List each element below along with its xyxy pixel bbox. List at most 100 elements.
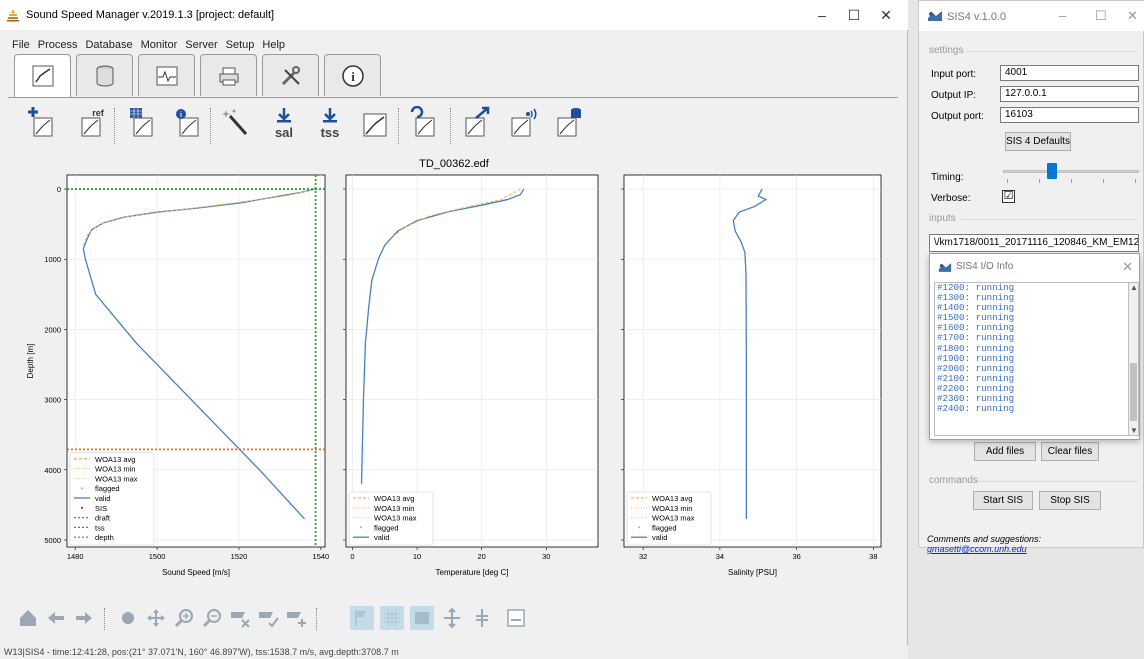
spreadsheet-profile-icon (130, 108, 153, 137)
reference-profile-button[interactable]: ref (76, 106, 108, 144)
output-ip-field[interactable]: 127.0.0.1 (1000, 86, 1139, 102)
x-tick-label: 34 (716, 552, 724, 561)
input-file-list[interactable]: \/km1718/0011_20171116_120846_KM_EM122.a… (929, 234, 1139, 252)
start-sis-button[interactable]: Start SIS (973, 491, 1033, 510)
menu-file[interactable]: File (12, 39, 30, 51)
x-tick-label: 30 (542, 552, 550, 561)
y-tick-label: 2000 (44, 325, 61, 334)
menu-server[interactable]: Server (185, 39, 217, 51)
forward-button[interactable] (72, 606, 96, 630)
flag-remove-button[interactable] (228, 606, 252, 630)
tab-monitor[interactable] (138, 54, 195, 96)
io-info-window: SIS4 I/O Info ✕ #1200: running #1300: run… (929, 253, 1140, 440)
profile-button[interactable] (360, 106, 392, 144)
maximize-button[interactable]: ☐ (844, 6, 864, 24)
back-button[interactable] (44, 606, 68, 630)
stop-sis-button[interactable]: Stop SIS (1039, 491, 1101, 510)
timing-slider-track[interactable] (1003, 170, 1139, 173)
magic-wand-button[interactable] (220, 106, 252, 144)
verbose-checkbox[interactable]: ☑ (1002, 190, 1015, 203)
plot-panel-2: 32 34 36 38 Salinity [PSU] WOA13 avgWOA13 min… (621, 174, 882, 577)
main-titlebar: Sound Speed Manager v.2019.1.3 [project:… (0, 0, 908, 30)
scroll-down-icon[interactable]: ▼ (1130, 426, 1138, 435)
move-button[interactable] (144, 606, 168, 630)
export-profile-button[interactable] (462, 106, 494, 144)
clear-files-button[interactable]: Clear files (1041, 442, 1099, 461)
profile-info-button[interactable]: i (172, 106, 204, 144)
output-port-field[interactable]: 16103 (1000, 107, 1139, 123)
profile-icon (363, 113, 387, 137)
io-log-scrollbar[interactable]: ▲ ▼ (1128, 282, 1139, 436)
add-files-button[interactable]: Add files (974, 442, 1036, 461)
insert-button[interactable] (284, 606, 308, 630)
timing-slider-thumb[interactable] (1047, 163, 1058, 179)
minimize-button[interactable]: – (812, 6, 832, 24)
plot-navigation-toolbar (16, 604, 556, 634)
download-tss-icon: tss (321, 108, 339, 140)
tab-info[interactable]: i (324, 54, 381, 96)
legend-label: WOA13 min (95, 465, 135, 474)
sis4-close-button[interactable]: ✕ (1127, 8, 1138, 24)
download-sal-icon: sal (275, 108, 293, 140)
sal-text: sal (275, 125, 293, 140)
profile-info-icon: i (176, 109, 199, 137)
slider-tick (1007, 179, 1008, 183)
grid-button[interactable] (380, 606, 404, 630)
zoom-in-button[interactable] (172, 606, 196, 630)
legend-label: WOA13 max (652, 514, 695, 523)
settings-group-label: settings (929, 45, 964, 56)
input-port-field[interactable]: 4001 (1000, 65, 1139, 81)
zoom-in-icon (174, 609, 193, 628)
slider-tick (1039, 179, 1040, 183)
download-tss-button[interactable]: tss (314, 106, 346, 144)
legend-marker (360, 526, 362, 529)
show-flagged-button[interactable] (350, 606, 374, 630)
footer-email-link[interactable]: gmasetti@ccom.unh.edu (927, 544, 1027, 554)
sis4-defaults-button[interactable]: SIS 4 Defaults (1005, 132, 1071, 151)
io-close-button[interactable]: ✕ (1122, 259, 1133, 275)
plot-area (623, 174, 882, 548)
close-button[interactable]: ✕ (876, 6, 896, 24)
legend-label: valid (652, 533, 667, 542)
zoom-out-button[interactable] (200, 606, 224, 630)
home-button[interactable] (16, 606, 40, 630)
profile-plots[interactable]: 1480 1500 1520 1540 0 1000 2000 3000 4000 5000 Dep… (0, 170, 908, 585)
menu-monitor[interactable]: Monitor (141, 39, 178, 51)
sis4-minimize-button[interactable]: – (1059, 8, 1066, 23)
io-log-textarea[interactable]: #1200: running #1300: running #1400: runni… (934, 282, 1128, 436)
save-figure-button[interactable] (504, 606, 528, 630)
transmit-profile-button[interactable] (508, 106, 540, 144)
scrollbar-thumb[interactable] (1130, 363, 1137, 421)
scroll-up-icon[interactable]: ▲ (1130, 283, 1138, 292)
svg-text:i: i (351, 69, 355, 84)
forward-icon (76, 612, 92, 624)
legend-label: valid (95, 494, 110, 503)
pan-button[interactable] (116, 606, 140, 630)
sis4-maximize-button[interactable]: ☐ (1095, 8, 1107, 24)
retrieve-profile-button[interactable] (408, 105, 440, 144)
slider-tick (1103, 179, 1104, 183)
legend-label: SIS (95, 504, 107, 513)
x-tick-label: 0 (350, 552, 354, 561)
sis4-logo-icon (928, 11, 942, 21)
spreadsheet-profile-button[interactable] (126, 106, 158, 144)
scale-button[interactable] (440, 606, 464, 630)
download-sal-button[interactable]: sal (268, 106, 300, 144)
tab-setup[interactable] (262, 54, 319, 96)
menu-process[interactable]: Process (38, 39, 78, 51)
store-profile-button[interactable] (554, 106, 586, 144)
menu-help[interactable]: Help (262, 39, 285, 51)
tab-server[interactable] (200, 54, 257, 96)
menu-setup[interactable]: Setup (226, 39, 255, 51)
verbose-label: Verbose: (931, 193, 971, 204)
tab-database[interactable] (76, 54, 133, 96)
toolbar-separator (114, 108, 115, 144)
add-profile-button[interactable] (24, 106, 56, 144)
flag-accept-button[interactable] (256, 606, 280, 630)
legend-button[interactable] (410, 606, 434, 630)
menu-database[interactable]: Database (85, 39, 132, 51)
depth-scale-icon (476, 609, 488, 627)
nav-separator (104, 608, 105, 630)
depth-scale-button[interactable] (470, 606, 494, 630)
tab-editor[interactable] (14, 54, 71, 98)
